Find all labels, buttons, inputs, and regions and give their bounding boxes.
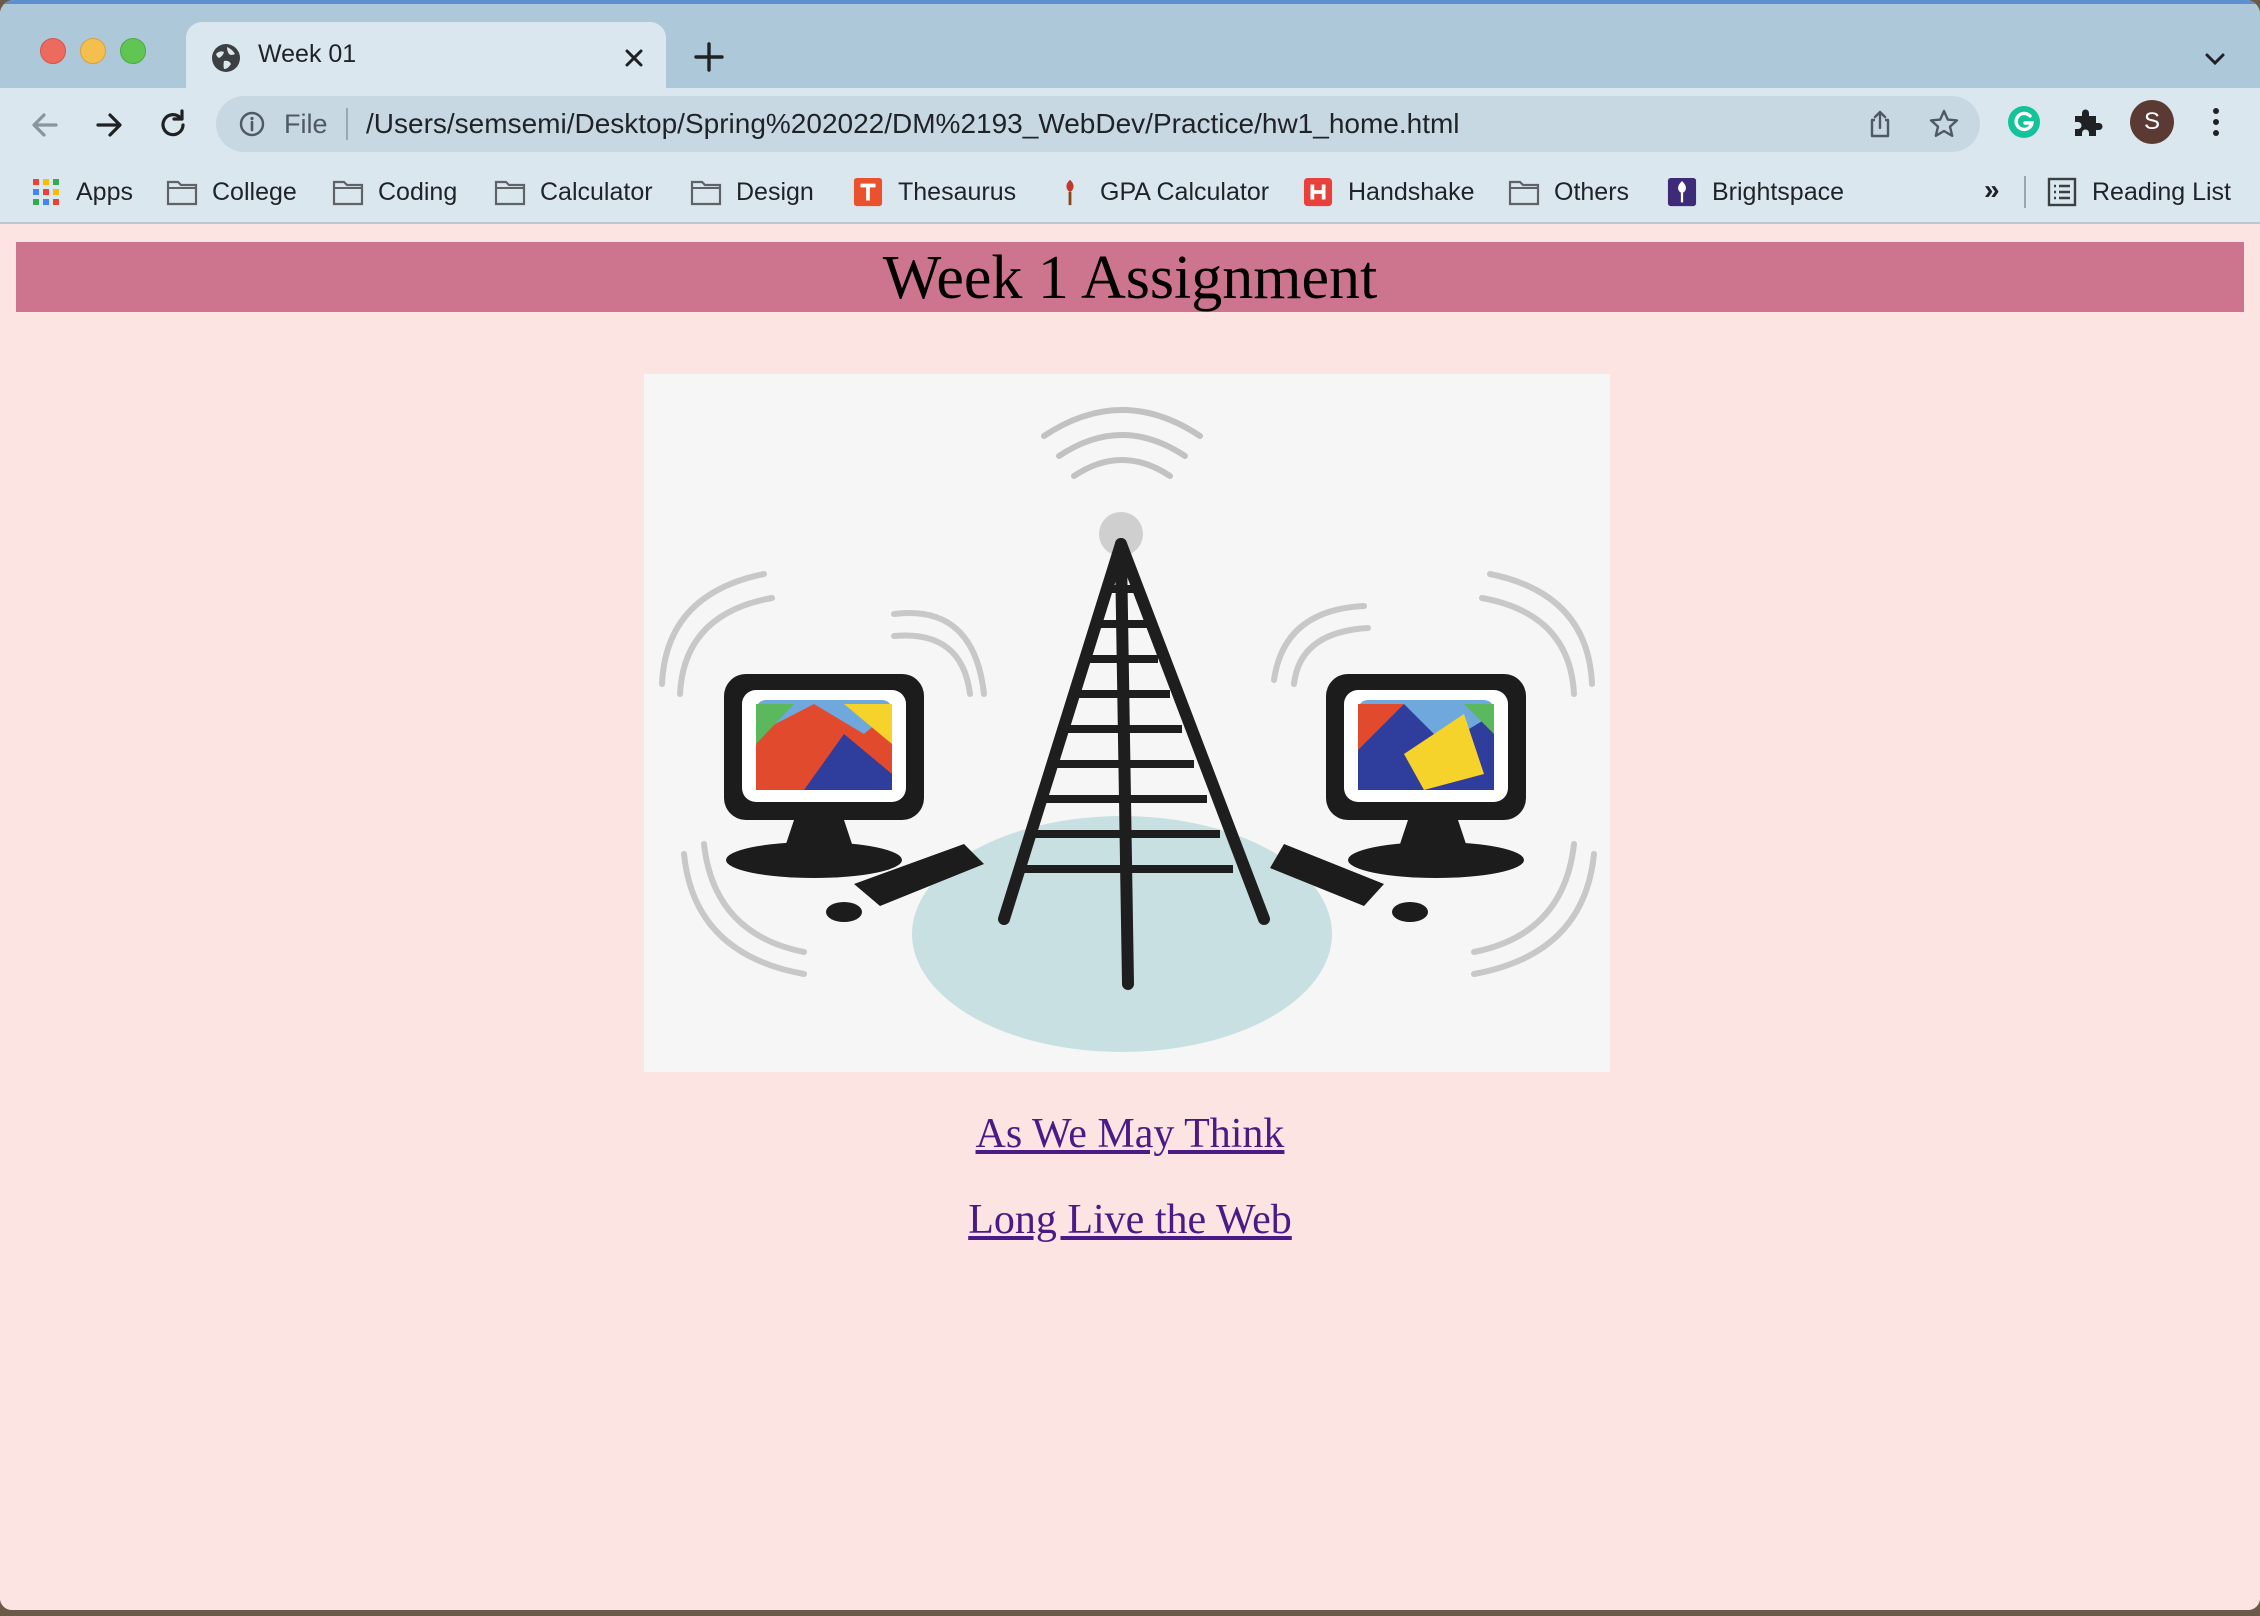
bookmark-handshake[interactable]: Handshake <box>1302 174 1474 210</box>
chevron-down-icon[interactable] <box>2200 44 2230 74</box>
bookmark-college[interactable]: College <box>166 174 297 210</box>
bookmarks-bar: Apps College Coding Calculator Design Th… <box>0 162 2260 224</box>
profile-avatar[interactable]: S <box>2130 100 2174 144</box>
reading-list-button[interactable]: Reading List <box>2046 174 2231 210</box>
tab-week-01[interactable]: Week 01 <box>186 22 666 92</box>
bookmark-label: Brightspace <box>1712 177 1845 206</box>
share-icon[interactable] <box>1864 108 1896 140</box>
page-title: Week 1 Assignment <box>882 244 1378 312</box>
reading-list-icon <box>2047 177 2077 207</box>
close-icon[interactable] <box>620 44 648 72</box>
bookmark-label: Calculator <box>540 177 653 206</box>
back-arrow-icon[interactable] <box>26 106 64 144</box>
address-bar[interactable]: File /Users/semsemi/Desktop/Spring%20202… <box>216 96 1980 152</box>
info-icon[interactable] <box>238 110 266 138</box>
new-tab-button[interactable] <box>692 40 726 74</box>
tab-strip: Week 01 <box>0 0 2260 92</box>
folder-icon <box>332 180 364 206</box>
folder-icon <box>494 180 526 206</box>
bookmark-label: College <box>212 177 297 206</box>
bookmark-label: Design <box>736 177 814 206</box>
bookmark-gpa-calculator[interactable]: GPA Calculator <box>1054 174 1269 210</box>
bookmark-apps[interactable]: Apps <box>30 174 133 210</box>
url-text[interactable]: /Users/semsemi/Desktop/Spring%202022/DM%… <box>366 108 1460 140</box>
brightspace-favicon <box>1667 177 1697 207</box>
globe-icon <box>212 44 240 72</box>
folder-icon <box>1508 180 1540 206</box>
bookmark-others[interactable]: Others <box>1508 174 1629 210</box>
bookmark-brightspace[interactable]: Brightspace <box>1666 174 1844 210</box>
bookmark-label: Handshake <box>1348 177 1475 206</box>
bookmark-label: Apps <box>76 177 133 206</box>
more-menu-icon[interactable] <box>2200 104 2232 140</box>
forward-arrow-icon[interactable] <box>90 106 128 144</box>
thesaurus-favicon <box>853 177 883 207</box>
extensions-puzzle-icon[interactable] <box>2070 104 2106 140</box>
bookmark-calculator[interactable]: Calculator <box>494 174 653 210</box>
link-long-live-the-web[interactable]: Long Live the Web <box>0 1196 2260 1244</box>
reload-icon[interactable] <box>154 106 192 144</box>
bookmark-label: Coding <box>378 177 458 206</box>
browser-toolbar: File /Users/semsemi/Desktop/Spring%20202… <box>0 88 2260 162</box>
tab-title: Week 01 <box>258 40 357 68</box>
window-close-button[interactable] <box>40 38 66 64</box>
bookmark-label: GPA Calculator <box>1100 177 1270 206</box>
bookmark-star-icon[interactable] <box>1928 108 1960 140</box>
bookmark-label: Thesaurus <box>898 177 1017 206</box>
page-content: Week 1 Assignment As We May Think Long L… <box>0 226 2260 1610</box>
bookmarks-overflow-button[interactable]: » <box>1984 174 2000 206</box>
bookmark-label: Others <box>1554 177 1630 206</box>
grammarly-extension-icon[interactable] <box>2006 104 2042 140</box>
handshake-favicon <box>1303 177 1333 207</box>
url-scheme-label: File <box>284 109 328 139</box>
omnibox-divider <box>346 108 348 140</box>
folder-icon <box>690 180 722 206</box>
bookmark-design[interactable]: Design <box>690 174 814 210</box>
bookmark-thesaurus[interactable]: Thesaurus <box>852 174 1016 210</box>
gpa-favicon <box>1066 179 1074 206</box>
window-minimize-button[interactable] <box>80 38 106 64</box>
apps-grid-icon <box>33 179 59 205</box>
bookmark-coding[interactable]: Coding <box>332 174 457 210</box>
bookmarks-divider <box>2024 176 2026 208</box>
reading-list-label: Reading List <box>2092 177 2231 206</box>
cell-tower-computers-image <box>644 374 1610 1072</box>
link-as-we-may-think[interactable]: As We May Think <box>0 1110 2260 1158</box>
folder-icon <box>166 180 198 206</box>
browser-window: Week 01 File /Users/semsemi/Desktop/Spri… <box>0 0 2260 1610</box>
window-maximize-button[interactable] <box>120 38 146 64</box>
page-header-banner: Week 1 Assignment <box>16 242 2244 312</box>
